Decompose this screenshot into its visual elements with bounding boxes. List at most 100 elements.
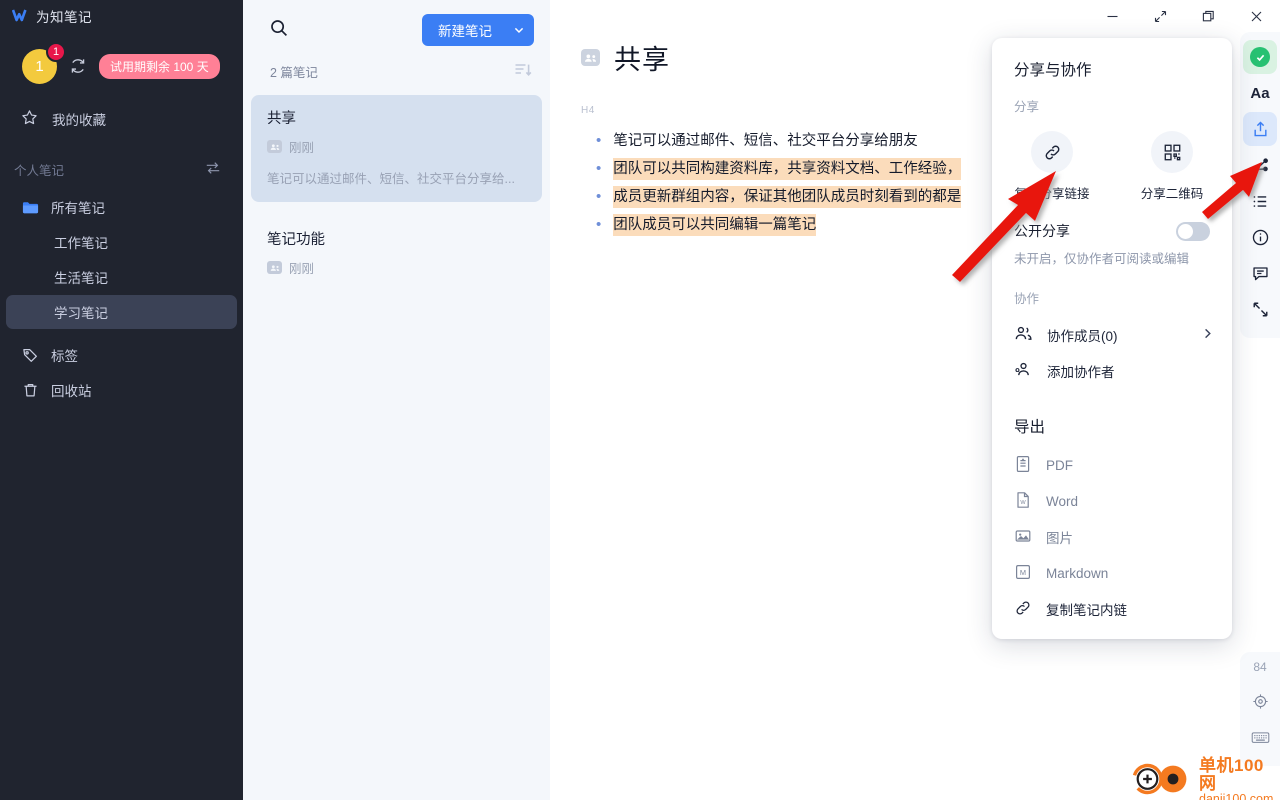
trial-badge[interactable]: 试用期剩余 100 天 (99, 53, 220, 79)
export-markdown-item[interactable]: M Markdown (992, 555, 1232, 591)
saved-status-icon[interactable] (1243, 40, 1277, 74)
comment-icon[interactable] (1243, 256, 1277, 290)
new-note-label: 新建笔记 (438, 24, 492, 39)
export-word-label: Word (1046, 493, 1079, 509)
watermark-en: danji100.com (1199, 791, 1274, 800)
sidebar-item-favorites[interactable]: 我的收藏 (0, 102, 243, 136)
export-markdown-label: Markdown (1046, 565, 1109, 581)
sidebar-item-tags[interactable]: 标签 (6, 338, 237, 372)
public-share-toggle[interactable] (1176, 221, 1210, 241)
outline-icon[interactable] (1243, 184, 1277, 218)
check-icon (1250, 47, 1270, 67)
avatar-badge: 1 (46, 41, 66, 62)
share-icon[interactable] (1243, 112, 1277, 146)
close-button[interactable] (1232, 0, 1280, 32)
nav-divider-gap (6, 330, 237, 338)
share-qrcode-button[interactable]: 分享二维码 (1112, 131, 1232, 202)
sidebar-item-all-notes[interactable]: 所有笔记 (6, 190, 237, 224)
info-icon[interactable] (1243, 220, 1277, 254)
link-icon (1014, 599, 1032, 620)
right-toolbar-bottom: 84 (1240, 652, 1280, 766)
note-title: 共享 (267, 111, 296, 127)
shared-people-icon (267, 140, 282, 153)
add-collaborator-item[interactable]: 添加协作者 (992, 353, 1232, 389)
watermark-cn: 单机100网 (1199, 756, 1264, 793)
sidebar-item-label: 生活笔记 (54, 271, 108, 286)
image-icon (1014, 527, 1032, 548)
note-meta: 刚刚 (267, 258, 526, 277)
focus-mode-icon[interactable] (1243, 684, 1277, 718)
list-item[interactable]: 共享 刚刚 笔记可以通过邮件、短信、社交平台分享给... (251, 95, 542, 202)
svg-text:W: W (1020, 500, 1026, 506)
share-popup-title: 分享与协作 (1014, 62, 1092, 79)
bullet-dot-icon: • (596, 160, 602, 177)
note-title: 笔记功能 (267, 232, 325, 248)
word-count: 84 (1253, 660, 1267, 674)
toggle-knob (1178, 223, 1193, 239)
wiznote-logo-icon (12, 9, 30, 23)
maximize-button[interactable] (1184, 0, 1232, 32)
share-popup: 分享与协作 分享 复制分享链接 分享二维码 公开分享 未开启，仅协作者可阅读或编… (992, 38, 1232, 639)
search-icon[interactable] (269, 18, 289, 43)
watermark-text: 单机100网 danji100.com (1199, 757, 1280, 800)
sidebar-item-label: 工作笔记 (54, 236, 108, 251)
sidebar-item-study-notes[interactable]: 学习笔记 (6, 295, 237, 329)
copy-share-link-button[interactable]: 复制分享链接 (992, 131, 1112, 202)
public-share-label: 公开分享 (1014, 223, 1070, 239)
add-collaborator-label: 添加协作者 (1047, 365, 1115, 380)
watermark-logo-icon (1131, 762, 1193, 800)
public-share-note: 未开启，仅协作者可阅读或编辑 (1014, 252, 1190, 266)
sidebar: 为知笔记 1 1 试用期剩余 100 天 我的收藏 个人笔记 所有笔记 工作笔记… (0, 0, 243, 800)
export-word-item[interactable]: W Word (992, 483, 1232, 519)
share-actions: 复制分享链接 分享二维码 (992, 115, 1232, 202)
keyboard-icon[interactable] (1243, 720, 1277, 754)
export-image-label: 图片 (1046, 531, 1073, 546)
export-pdf-label: PDF (1046, 457, 1073, 473)
avatar[interactable]: 1 1 (22, 41, 66, 84)
font-format-icon[interactable]: Aa (1243, 76, 1277, 110)
section-title: 个人笔记 (14, 163, 65, 178)
new-note-button[interactable]: 新建笔记 (422, 14, 534, 46)
qrcode-icon (1151, 131, 1193, 173)
restore-size-button[interactable] (1136, 0, 1184, 32)
sidebar-item-label: 标签 (51, 349, 78, 364)
mindmap-icon[interactable] (1243, 148, 1277, 182)
export-section-title: 导出 (1014, 419, 1046, 436)
export-image-item[interactable]: 图片 (992, 519, 1232, 555)
note-count-label: 2 篇笔记 (270, 66, 318, 80)
switch-account-icon[interactable] (205, 160, 221, 179)
chevron-down-icon[interactable] (504, 14, 534, 46)
favorites-label: 我的收藏 (52, 113, 106, 128)
sidebar-item-trash[interactable]: 回收站 (6, 373, 237, 407)
note-meta: 刚刚 (267, 137, 526, 156)
export-pdf-item[interactable]: PDF (992, 447, 1232, 483)
collab-members-item[interactable]: 协作成员(0) (992, 317, 1232, 353)
shared-people-icon (581, 49, 600, 66)
account-row: 1 1 试用期剩余 100 天 (0, 32, 243, 88)
collab-group-label: 协作 (1014, 292, 1040, 306)
word-icon: W (1014, 491, 1032, 512)
copy-internal-link-label: 复制笔记内链 (1046, 603, 1127, 618)
list-item[interactable]: 笔记功能 刚刚 (251, 216, 542, 292)
sync-button[interactable] (69, 57, 87, 75)
sidebar-item-label: 回收站 (51, 384, 92, 399)
share-qrcode-label: 分享二维码 (1140, 187, 1204, 201)
sidebar-item-work-notes[interactable]: 工作笔记 (6, 225, 237, 259)
fullscreen-icon[interactable] (1243, 292, 1277, 326)
bullet-dot-icon: • (596, 188, 602, 205)
link-icon (1031, 131, 1073, 173)
window-controls (1088, 0, 1280, 32)
page-title[interactable]: 共享 (614, 38, 670, 77)
sort-icon[interactable] (514, 62, 532, 81)
bullet-text: 团队可以共同构建资料库，共享资料文档、工作经验， (613, 158, 962, 180)
markdown-icon: M (1014, 563, 1032, 584)
bullet-text: 团队成员可以共同编辑一篇笔记 (613, 214, 817, 236)
note-list-meta: 2 篇笔记 (243, 46, 550, 81)
minimize-button[interactable] (1088, 0, 1136, 32)
public-share-row: 公开分享 (992, 202, 1232, 241)
copy-internal-link-item[interactable]: 复制笔记内链 (992, 591, 1232, 627)
sidebar-item-label: 所有笔记 (51, 201, 105, 216)
sidebar-item-life-notes[interactable]: 生活笔记 (6, 260, 237, 294)
bullet-dot-icon: • (596, 132, 602, 149)
note-time: 刚刚 (289, 262, 315, 276)
